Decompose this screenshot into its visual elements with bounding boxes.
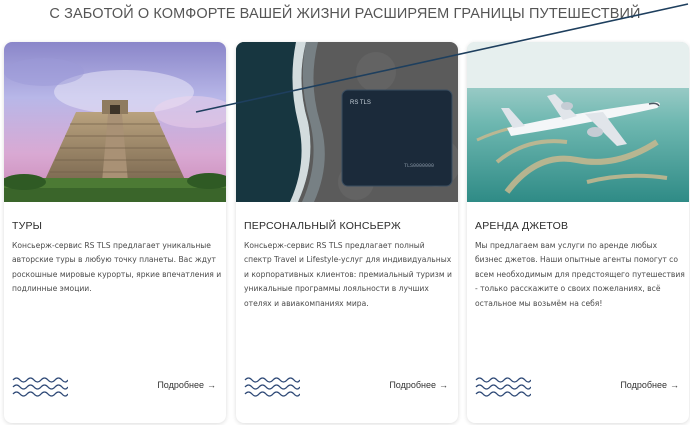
wave-pattern-icon <box>475 377 531 397</box>
card-personal-concierge[interactable]: RS TLS TLS0000000 ПЕРСОНАЛЬНЫЙ КОНСЬЕРЖ … <box>236 42 458 423</box>
more-label: Подробнее <box>620 380 667 390</box>
card-number: TLS0000000 <box>404 163 434 169</box>
card-title: ПЕРСОНАЛЬНЫЙ КОНСЬЕРЖ <box>244 220 401 232</box>
wave-pattern-icon <box>244 377 300 397</box>
card-description: Консьерж-сервис RS TLS предлагает полный… <box>244 241 452 308</box>
card-on-beach-photo: RS TLS TLS0000000 <box>236 42 458 202</box>
arrow-right-icon: → <box>670 380 679 390</box>
card-jet-rental[interactable]: АРЕНДА ДЖЕТОВ Мы предлагаем вам услуги п… <box>467 42 689 423</box>
more-link[interactable]: Подробнее → <box>157 380 216 390</box>
arrow-right-icon: → <box>439 380 448 390</box>
card-title: АРЕНДА ДЖЕТОВ <box>475 220 569 232</box>
card-tours[interactable]: ТУРЫ Консьерж-сервис RS TLS предлагает у… <box>4 42 226 423</box>
section-heading: С ЗАБОТОЙ О КОМФОРТЕ ВАШЕЙ ЖИЗНИ РАСШИРЯ… <box>49 6 641 22</box>
more-link[interactable]: Подробнее → <box>389 380 448 390</box>
pyramid-photo <box>4 42 226 202</box>
more-link[interactable]: Подробнее → <box>620 380 679 390</box>
card-description: Консьерж-сервис RS TLS предлагает уникал… <box>12 241 222 294</box>
wave-pattern-icon <box>12 377 68 397</box>
card-title: ТУРЫ <box>12 220 43 232</box>
more-label: Подробнее <box>157 380 204 390</box>
card-brand: RS TLS <box>350 100 371 106</box>
more-label: Подробнее <box>389 380 436 390</box>
card-description: Мы предлагаем вам услуги по аренде любых… <box>475 241 685 308</box>
jet-over-palm-photo <box>467 42 689 202</box>
arrow-right-icon: → <box>207 380 216 390</box>
